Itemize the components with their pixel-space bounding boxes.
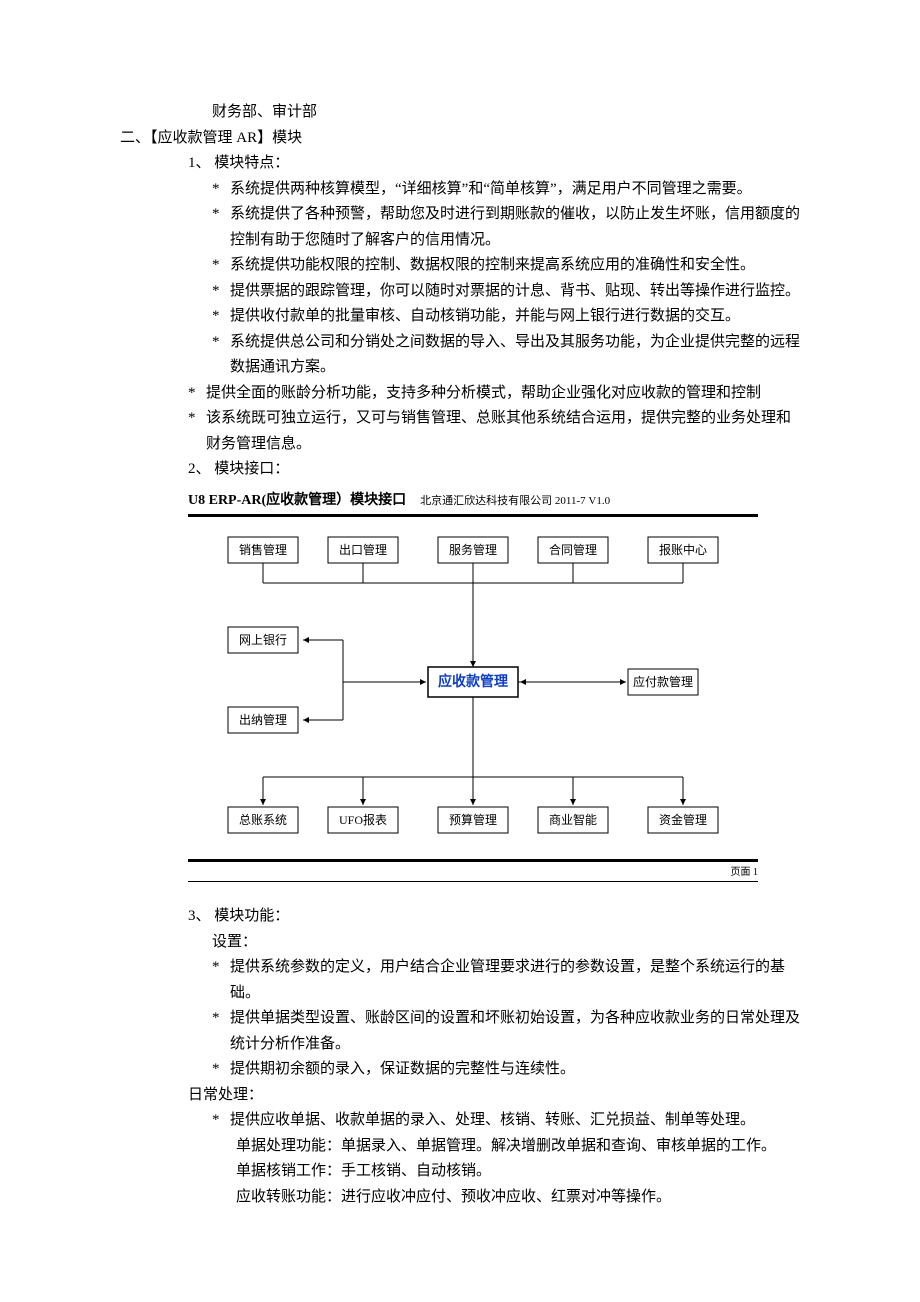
node-online-bank: 网上银行 [228, 627, 298, 653]
daily-text: 提供应收单据、收款单据的录入、处理、核销、转账、汇兑损益、制单等处理。 [230, 1108, 800, 1134]
settings-item: * 提供单据类型设置、账龄区间的设置和坏账初始设置，为各种应收款业务的日常处理及… [212, 1006, 800, 1057]
settings-item: * 提供期初余额的录入，保证数据的完整性与连续性。 [212, 1057, 800, 1083]
asterisk-icon: * [212, 1057, 230, 1083]
feature-text: 系统提供总公司和分销处之间数据的导入、导出及其服务功能，为企业提供完整的远程数据… [230, 330, 800, 381]
feature-text: 该系统既可独立运行，又可与销售管理、总账其他系统结合运用，提供完整的业务处理和财… [206, 406, 800, 457]
asterisk-icon: * [212, 202, 230, 253]
node-ufo: UFO报表 [328, 807, 398, 833]
svg-text:销售管理: 销售管理 [239, 542, 287, 557]
svg-text:资金管理: 资金管理 [659, 812, 707, 827]
svg-text:合同管理: 合同管理 [549, 542, 597, 557]
feature-item: * 提供收付款单的批量审核、自动核销功能，并能与网上银行进行数据的交互。 [212, 304, 800, 330]
module-interface-diagram: U8 ERP-AR(应收款管理）模块接口 北京通汇欣达科技有限公司 2011-7… [188, 489, 758, 883]
node-ar-center: 应收款管理 [428, 667, 518, 697]
svg-text:网上银行: 网上银行 [239, 633, 287, 647]
sub-1-title: 1、 模块特点： [188, 151, 800, 177]
settings-title: 设置： [212, 930, 800, 956]
node-cashier: 出纳管理 [228, 707, 298, 733]
settings-item: * 提供系统参数的定义，用户结合企业管理要求进行的参数设置，是整个系统运行的基础… [212, 955, 800, 1006]
node-expense: 报账中心 [648, 537, 718, 563]
node-export: 出口管理 [328, 537, 398, 563]
node-service: 服务管理 [438, 537, 508, 563]
diagram-svg: 销售管理 出口管理 服务管理 合同管理 报账中心 网上银行 [188, 517, 758, 857]
feature-item: * 系统提供两种核算模型，“详细核算”和“简单核算”，满足用户不同管理之需要。 [212, 177, 800, 203]
svg-text:出口管理: 出口管理 [339, 542, 387, 557]
svg-text:报账中心: 报账中心 [659, 542, 707, 557]
node-ap: 应付款管理 [628, 669, 698, 695]
header-note: 财务部、审计部 [212, 100, 800, 126]
section-2-title: 二、【应收款管理 AR】模块 [120, 126, 800, 152]
diagram-title: U8 ERP-AR(应收款管理）模块接口 [188, 489, 406, 513]
asterisk-icon: * [212, 253, 230, 279]
svg-text:出纳管理: 出纳管理 [239, 712, 287, 727]
asterisk-icon: * [188, 381, 206, 407]
feature-item: * 系统提供了各种预警，帮助您及时进行到期账款的催收，以防止发生坏账，信用额度的… [212, 202, 800, 253]
asterisk-icon: * [188, 406, 206, 457]
feature-item: * 提供票据的跟踪管理，你可以随时对票据的计息、背书、贴现、转出等操作进行监控。 [212, 279, 800, 305]
daily-line: 单据核销工作：手工核销、自动核销。 [236, 1159, 800, 1185]
feature-text: 提供收付款单的批量审核、自动核销功能，并能与网上银行进行数据的交互。 [230, 304, 800, 330]
svg-text:服务管理: 服务管理 [449, 542, 497, 557]
settings-text: 提供系统参数的定义，用户结合企业管理要求进行的参数设置，是整个系统运行的基础。 [230, 955, 800, 1006]
feature-text: 提供全面的账龄分析功能，支持多种分析模式，帮助企业强化对应收款的管理和控制 [206, 381, 800, 407]
feature-item: * 系统提供总公司和分销处之间数据的导入、导出及其服务功能，为企业提供完整的远程… [212, 330, 800, 381]
node-budget: 预算管理 [438, 807, 508, 833]
svg-text:预算管理: 预算管理 [449, 812, 497, 827]
node-fund: 资金管理 [648, 807, 718, 833]
asterisk-icon: * [212, 177, 230, 203]
daily-title: 日常处理： [188, 1083, 800, 1109]
svg-text:总账系统: 总账系统 [239, 813, 287, 827]
node-bi: 商业智能 [538, 807, 608, 833]
feature-text: 提供票据的跟踪管理，你可以随时对票据的计息、背书、贴现、转出等操作进行监控。 [230, 279, 800, 305]
asterisk-icon: * [212, 1006, 230, 1057]
asterisk-icon: * [212, 279, 230, 305]
feature-text: 系统提供两种核算模型，“详细核算”和“简单核算”，满足用户不同管理之需要。 [230, 177, 800, 203]
settings-text: 提供单据类型设置、账龄区间的设置和坏账初始设置，为各种应收款业务的日常处理及统计… [230, 1006, 800, 1057]
diagram-subtitle: 北京通汇欣达科技有限公司 2011-7 V1.0 [420, 492, 610, 511]
sub-3-title: 3、 模块功能： [188, 904, 800, 930]
feature-text: 系统提供了各种预警，帮助您及时进行到期账款的催收，以防止发生坏账，信用额度的控制… [230, 202, 800, 253]
feature-item: * 系统提供功能权限的控制、数据权限的控制来提高系统应用的准确性和安全性。 [212, 253, 800, 279]
feature-item: * 该系统既可独立运行，又可与销售管理、总账其他系统结合运用，提供完整的业务处理… [188, 406, 800, 457]
daily-item: * 提供应收单据、收款单据的录入、处理、核销、转账、汇兑损益、制单等处理。 [212, 1108, 800, 1134]
feature-text: 系统提供功能权限的控制、数据权限的控制来提高系统应用的准确性和安全性。 [230, 253, 800, 279]
node-gl: 总账系统 [228, 807, 298, 833]
asterisk-icon: * [212, 955, 230, 1006]
node-sales: 销售管理 [228, 537, 298, 563]
svg-text:应收款管理: 应收款管理 [438, 674, 508, 691]
asterisk-icon: * [212, 1108, 230, 1134]
diagram-footer: 页面 1 [731, 864, 759, 881]
settings-text: 提供期初余额的录入，保证数据的完整性与连续性。 [230, 1057, 800, 1083]
sub-2-title: 2、 模块接口： [188, 457, 800, 483]
feature-item: * 提供全面的账龄分析功能，支持多种分析模式，帮助企业强化对应收款的管理和控制 [188, 381, 800, 407]
node-contract: 合同管理 [538, 537, 608, 563]
daily-line: 应收转账功能：进行应收冲应付、预收冲应收、红票对冲等操作。 [236, 1185, 800, 1211]
svg-text:UFO报表: UFO报表 [339, 812, 387, 827]
daily-line: 单据处理功能：单据录入、单据管理。解决增删改单据和查询、审核单据的工作。 [236, 1134, 800, 1160]
asterisk-icon: * [212, 304, 230, 330]
svg-text:商业智能: 商业智能 [549, 812, 597, 827]
svg-text:应付款管理: 应付款管理 [633, 674, 693, 689]
asterisk-icon: * [212, 330, 230, 381]
